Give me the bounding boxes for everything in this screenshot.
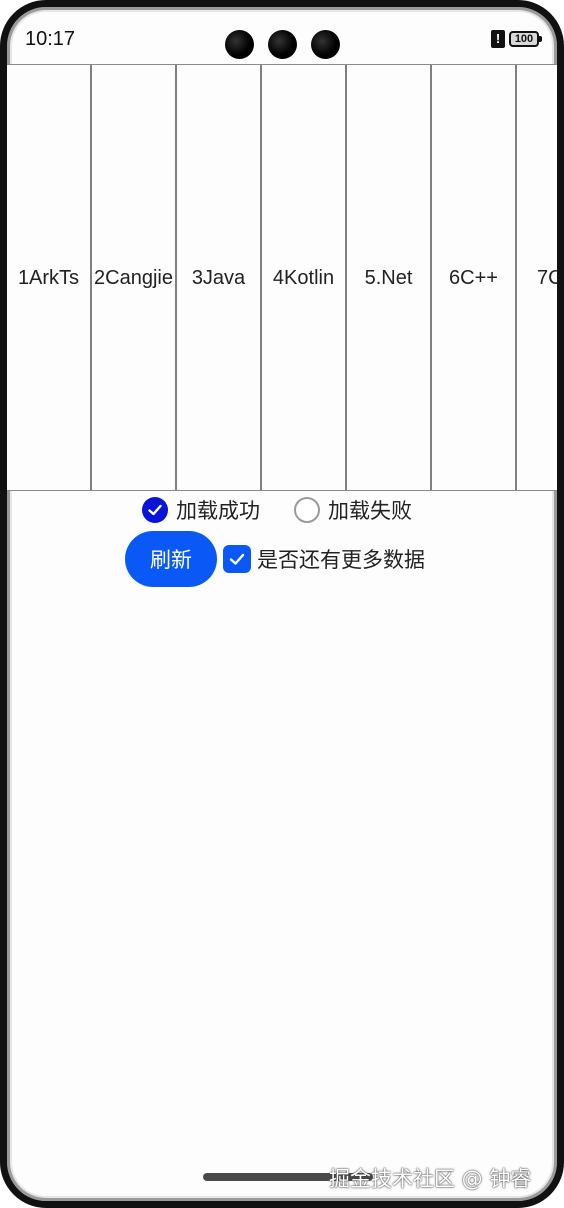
grid-cell[interactable]: 2Cangjie [92, 65, 177, 490]
grid-cell[interactable]: 5.Net [347, 65, 432, 490]
camera-lens-icon [225, 30, 254, 59]
alert-icon: ! [491, 30, 505, 48]
status-bar: 10:17 ! 100 [7, 7, 557, 67]
camera-cutout [225, 30, 340, 59]
grid-cell[interactable]: 1ArkTs [7, 65, 92, 490]
grid-cell[interactable]: 3Java [177, 65, 262, 490]
radio-checked-icon[interactable] [142, 497, 168, 523]
status-time: 10:17 [25, 28, 76, 50]
battery-icon: 100 [509, 31, 542, 47]
refresh-button[interactable]: 刷新 [125, 531, 217, 587]
has-more-checkbox[interactable] [223, 545, 251, 573]
action-row: 刷新 是否还有更多数据 [125, 531, 425, 587]
status-icons: ! 100 [491, 30, 542, 48]
radio-label: 加载成功 [176, 499, 260, 523]
camera-lens-icon [311, 30, 340, 59]
radio-load-success[interactable]: 加载成功 [142, 495, 260, 525]
load-result-radio-group: 加载成功 加载失败 [142, 495, 446, 525]
checkmark-icon [229, 553, 245, 565]
checkmark-icon [148, 504, 162, 516]
camera-lens-icon [268, 30, 297, 59]
language-grid[interactable]: 1ArkTs 2Cangjie 3Java 4Kotlin 5.Net 6C++… [7, 64, 557, 491]
watermark-text: 掘金技术社区 @ 钟睿 [329, 1167, 532, 1191]
grid-cell[interactable]: 4Kotlin [262, 65, 347, 490]
grid-cell[interactable]: 6C++ [432, 65, 517, 490]
radio-load-failure[interactable]: 加载失败 [294, 495, 412, 525]
phone-frame: 10:17 ! 100 1ArkTs 2Cangjie 3Java 4Kotli… [0, 0, 564, 1208]
has-more-label: 是否还有更多数据 [257, 548, 425, 572]
radio-label: 加载失败 [328, 499, 412, 523]
language-grid-track: 1ArkTs 2Cangjie 3Java 4Kotlin 5.Net 6C++… [7, 65, 557, 490]
grid-cell[interactable]: 7C [517, 65, 557, 490]
radio-unchecked-icon[interactable] [294, 497, 320, 523]
